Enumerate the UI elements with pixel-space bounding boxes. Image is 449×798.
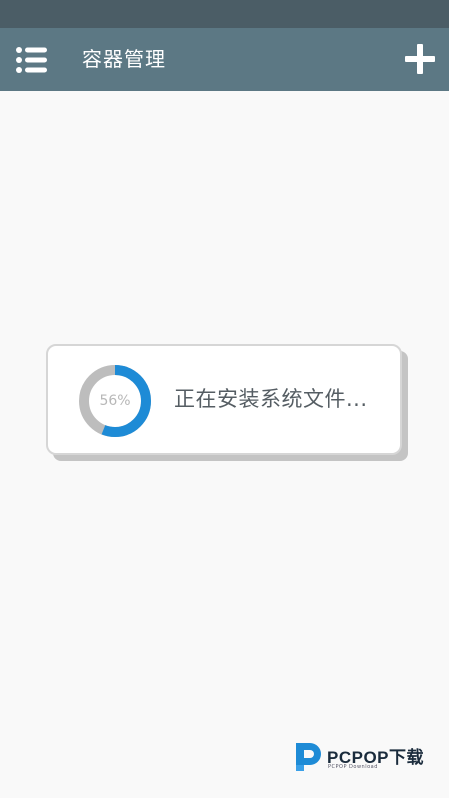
page-title: 容器管理 — [82, 47, 166, 71]
add-container-button[interactable] — [403, 42, 437, 76]
watermark: PCPOP下载 PCPOP Download — [293, 740, 443, 776]
menu-button[interactable] — [14, 44, 50, 76]
plus-icon — [405, 44, 435, 74]
pcpop-logo-icon — [296, 743, 321, 771]
app-bar: 容器管理 — [0, 28, 449, 91]
status-bar — [0, 0, 449, 28]
list-menu-icon — [16, 47, 47, 73]
progress-dialog: 56% 正在安装系统文件... — [46, 344, 402, 455]
watermark-sub: PCPOP Download — [328, 764, 378, 770]
progress-percent-label: 56% — [99, 393, 131, 409]
dialog-message: 正在安装系统文件... — [174, 387, 368, 411]
